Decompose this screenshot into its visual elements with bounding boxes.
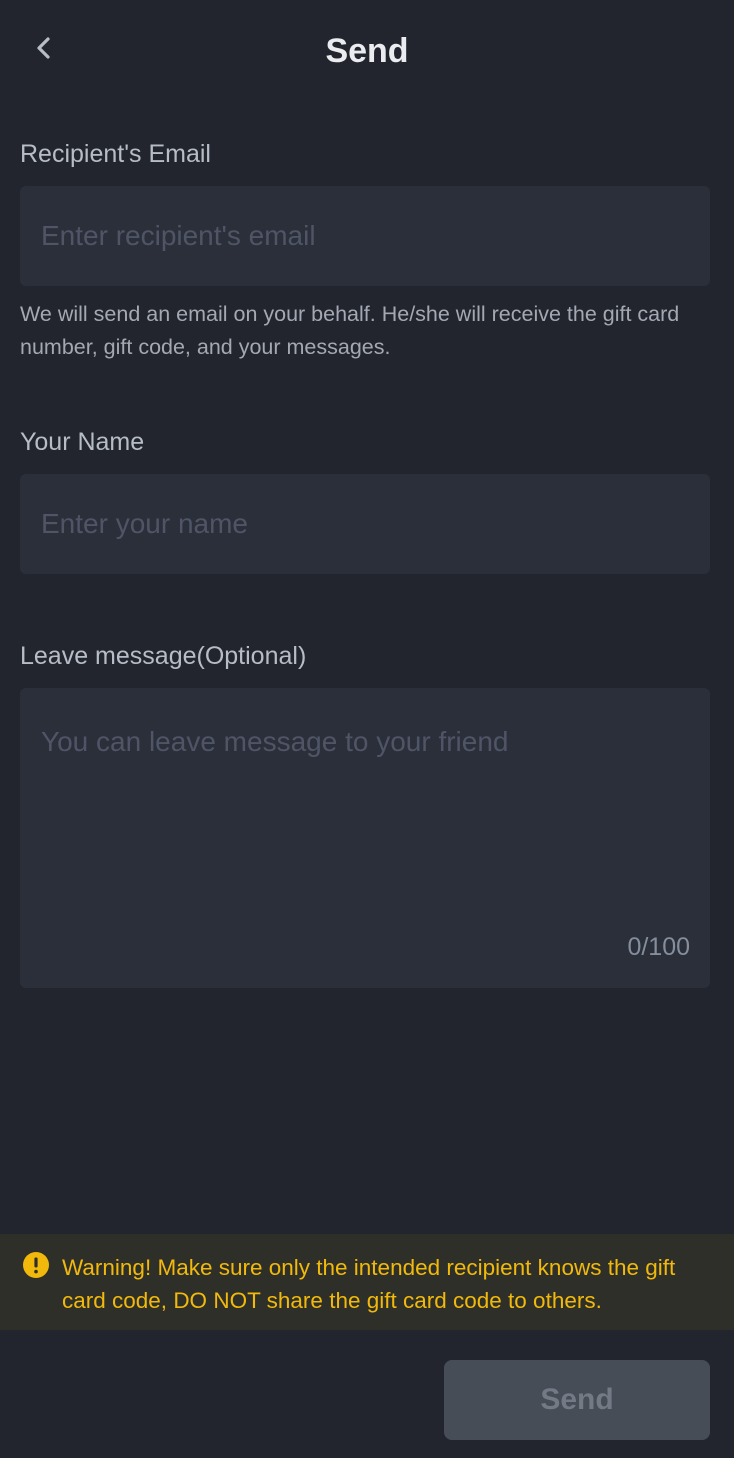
send-gift-card-page: Send Recipient's Email We will send an e… xyxy=(0,0,734,1458)
name-input[interactable] xyxy=(20,474,710,574)
message-textarea[interactable] xyxy=(20,688,710,988)
warning-text: Warning! Make sure only the intended rec… xyxy=(62,1255,676,1313)
page-title: Send xyxy=(325,32,409,70)
email-helper-text: We will send an email on your behalf. He… xyxy=(20,302,680,359)
name-label: Your Name xyxy=(20,428,145,456)
message-label: Leave message(Optional) xyxy=(20,642,307,670)
message-char-counter: 0/100 xyxy=(627,933,690,961)
send-button[interactable]: Send xyxy=(444,1360,710,1440)
exclamation-circle-icon xyxy=(23,1252,49,1278)
header: Send xyxy=(0,0,734,100)
warning-banner: Warning! Make sure only the intended rec… xyxy=(0,1234,734,1330)
email-label: Recipient's Email xyxy=(20,140,211,168)
email-input[interactable] xyxy=(20,186,710,286)
